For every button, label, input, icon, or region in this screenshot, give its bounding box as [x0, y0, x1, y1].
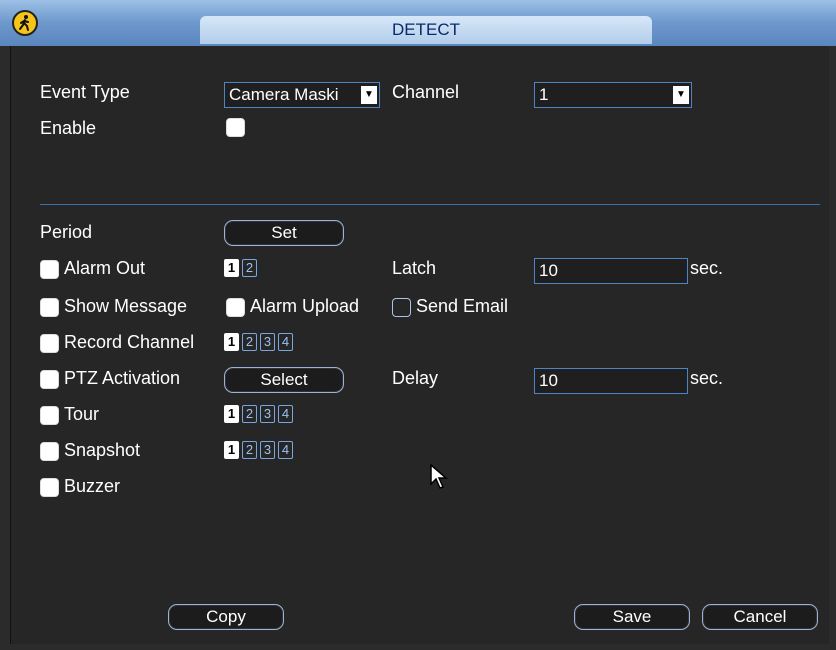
alarm-out-label: Alarm Out — [64, 258, 146, 278]
channel-label: Channel — [392, 82, 460, 102]
snapshot-channels: 1 2 3 4 — [224, 441, 293, 459]
ptz-select-button[interactable]: Select — [224, 367, 344, 393]
period-set-button[interactable]: Set — [224, 220, 344, 246]
show-message-label: Show Message — [64, 296, 188, 316]
tour-channel-3[interactable]: 3 — [260, 405, 275, 423]
record-channel-checkbox[interactable] — [40, 334, 59, 353]
save-button[interactable]: Save — [574, 604, 690, 630]
send-email-checkbox[interactable] — [392, 298, 411, 317]
delay-unit: sec. — [690, 368, 724, 388]
channel-value: 1 — [539, 85, 549, 104]
title-bar: DETECT — [0, 0, 836, 46]
snapshot-channel-1[interactable]: 1 — [224, 441, 239, 459]
record-channels: 1 2 3 4 — [224, 333, 293, 351]
alarm-out-channel-1[interactable]: 1 — [224, 259, 239, 277]
alarm-upload-checkbox[interactable] — [226, 298, 245, 317]
tour-channel-2[interactable]: 2 — [242, 405, 257, 423]
snapshot-channel-2[interactable]: 2 — [242, 441, 257, 459]
mouse-pointer-icon — [430, 463, 449, 495]
tour-checkbox[interactable] — [40, 406, 59, 425]
tour-channel-4[interactable]: 4 — [278, 405, 293, 423]
buzzer-label: Buzzer — [64, 476, 121, 496]
chevron-down-icon[interactable]: ▼ — [361, 86, 377, 104]
channel-select[interactable]: 1 ▼ — [534, 82, 692, 108]
delay-label: Delay — [392, 368, 439, 388]
ptz-activation-label: PTZ Activation — [64, 368, 181, 388]
cancel-button[interactable]: Cancel — [702, 604, 818, 630]
latch-label: Latch — [392, 258, 437, 278]
snapshot-checkbox[interactable] — [40, 442, 59, 461]
snapshot-channel-4[interactable]: 4 — [278, 441, 293, 459]
alarm-out-checkbox[interactable] — [40, 260, 59, 279]
tour-channels: 1 2 3 4 — [224, 405, 293, 423]
latch-input[interactable]: 10 — [534, 258, 688, 284]
enable-label: Enable — [40, 118, 97, 138]
record-channel-4[interactable]: 4 — [278, 333, 293, 351]
tour-channel-1[interactable]: 1 — [224, 405, 239, 423]
walking-person-icon — [12, 10, 38, 36]
delay-input[interactable]: 10 — [534, 368, 688, 394]
snapshot-channel-3[interactable]: 3 — [260, 441, 275, 459]
enable-checkbox[interactable] — [226, 118, 245, 137]
buzzer-checkbox[interactable] — [40, 478, 59, 497]
snapshot-label: Snapshot — [64, 440, 141, 460]
event-type-select[interactable]: Camera Maski ▼ — [224, 82, 380, 108]
divider — [40, 204, 820, 205]
record-channel-2[interactable]: 2 — [242, 333, 257, 351]
tour-label: Tour — [64, 404, 100, 424]
record-channel-label: Record Channel — [64, 332, 195, 352]
record-channel-1[interactable]: 1 — [224, 333, 239, 351]
detect-window: DETECT Event Type Camera Maski ▼ Channel… — [0, 0, 836, 650]
latch-unit: sec. — [690, 258, 724, 278]
period-label: Period — [40, 222, 93, 242]
send-email-label: Send Email — [416, 296, 509, 316]
ptz-activation-checkbox[interactable] — [40, 370, 59, 389]
event-type-label: Event Type — [40, 82, 130, 102]
chevron-down-icon[interactable]: ▼ — [673, 86, 689, 104]
window-title: DETECT — [200, 16, 652, 44]
alarm-out-channels: 1 2 — [224, 259, 257, 277]
alarm-out-channel-2[interactable]: 2 — [242, 259, 257, 277]
alarm-upload-label: Alarm Upload — [250, 296, 360, 316]
show-message-checkbox[interactable] — [40, 298, 59, 317]
copy-button[interactable]: Copy — [168, 604, 284, 630]
event-type-value: Camera Maski — [229, 85, 339, 104]
record-channel-3[interactable]: 3 — [260, 333, 275, 351]
